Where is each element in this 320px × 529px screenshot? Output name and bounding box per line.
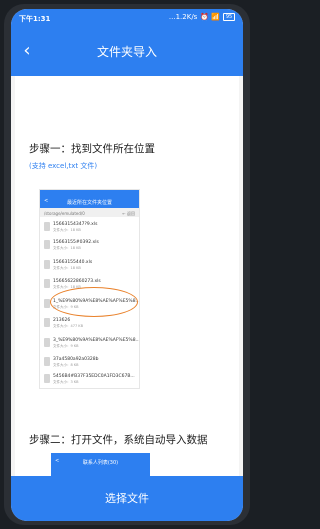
instructions-card: 步骤一：找到文件所在位置 (支持 excel,txt 文件) < 最近所在文件夹… [15, 76, 239, 483]
app-bar: ‹ 文件夹导入 [11, 28, 243, 76]
file-name: 15663155#0392.xls [53, 240, 99, 245]
network-speed: ...1.2K/s [168, 13, 198, 21]
file-name: 3_%E9%80%9A%E8%AE%AF%E5%8... [53, 338, 140, 343]
screenshot-up-label: ← 返回 [122, 210, 135, 216]
step1-title: 步骤一：找到文件所在位置 [29, 143, 155, 155]
screenshot-title: 最近所在文件夹位置 [66, 200, 112, 206]
file-icon [44, 279, 50, 288]
file-size: 文件大小：3 KB [53, 380, 79, 384]
battery-icon: 95 [223, 13, 235, 21]
file-icon [44, 374, 50, 383]
screen: 下午1:31 ...1.2K/s ⏰ 📶 95 ‹ 文件夹导入 步骤一：找到文件… [11, 9, 243, 521]
file-name: 5456B4#B37F35EDC0A1FD3C67B... [53, 374, 135, 379]
file-name: 15663155440.xls [53, 260, 93, 265]
file-name: 15663154347?9.xls [53, 222, 98, 227]
highlight-oval [50, 287, 138, 317]
file-row: 37a4580a92a0328b 文件大小：8 KB [40, 354, 139, 370]
file-icon [44, 318, 50, 327]
file-icon [44, 357, 50, 366]
file-icon [44, 222, 50, 231]
file-icon [44, 260, 50, 269]
screenshot-path-text: /storage/emulated/0 [44, 210, 85, 216]
file-size: 文件大小：18 KB [53, 266, 81, 270]
file-icon [44, 240, 50, 249]
file-size: 文件大小：9 KB [53, 344, 79, 348]
screenshot-header: < 最近所在文件夹位置 [40, 195, 139, 208]
screenshot2-title: 联系人列表(30) [82, 460, 119, 466]
file-row: 15663154347?9.xls 文件大小：18 KB [40, 219, 139, 235]
file-row: 15663155440.xls 文件大小：18 KB [40, 257, 139, 273]
step2-title: 步骤二：打开文件，系统自动导入数据 [29, 434, 208, 446]
file-row: 5456B4#B37F35EDC0A1FD3C67B... 文件大小：3 KB [40, 371, 139, 387]
file-name: 37a4580a92a0328b [53, 357, 99, 362]
status-bar: 下午1:31 ...1.2K/s ⏰ 📶 95 [11, 9, 243, 28]
status-icons: ⏰ 📶 [200, 13, 220, 21]
file-row: 3_%E9%80%9A%E8%AE%AF%E5%8... 文件大小：9 KB [40, 335, 139, 351]
file-size: 文件大小：8 KB [53, 363, 79, 367]
file-row: 213626 文件大小：477 KB [40, 315, 139, 331]
file-icon [44, 338, 50, 347]
file-size: 文件大小：477 KB [53, 324, 83, 328]
file-size: 文件大小：18 KB [53, 246, 81, 250]
content-area[interactable]: 步骤一：找到文件所在位置 (支持 excel,txt 文件) < 最近所在文件夹… [11, 76, 243, 483]
file-name: 213626 [53, 318, 71, 323]
page-title: 文件夹导入 [96, 45, 157, 59]
status-time: 下午1:31 [19, 15, 51, 23]
file-name: 15665622860273.xls [53, 279, 101, 284]
file-row: 15663155#0392.xls 文件大小：18 KB [40, 237, 139, 253]
screenshot-path: /storage/emulated/0 ← 返回 [40, 208, 139, 217]
phone-frame: 下午1:31 ...1.2K/s ⏰ 📶 95 ‹ 文件夹导入 步骤一：找到文件… [4, 4, 250, 525]
choose-file-button[interactable]: 选择文件 [11, 476, 243, 521]
file-size: 文件大小：18 KB [53, 228, 81, 232]
status-right: ...1.2K/s ⏰ 📶 95 [169, 13, 235, 21]
step1-support-note: (支持 excel,txt 文件) [29, 162, 98, 170]
